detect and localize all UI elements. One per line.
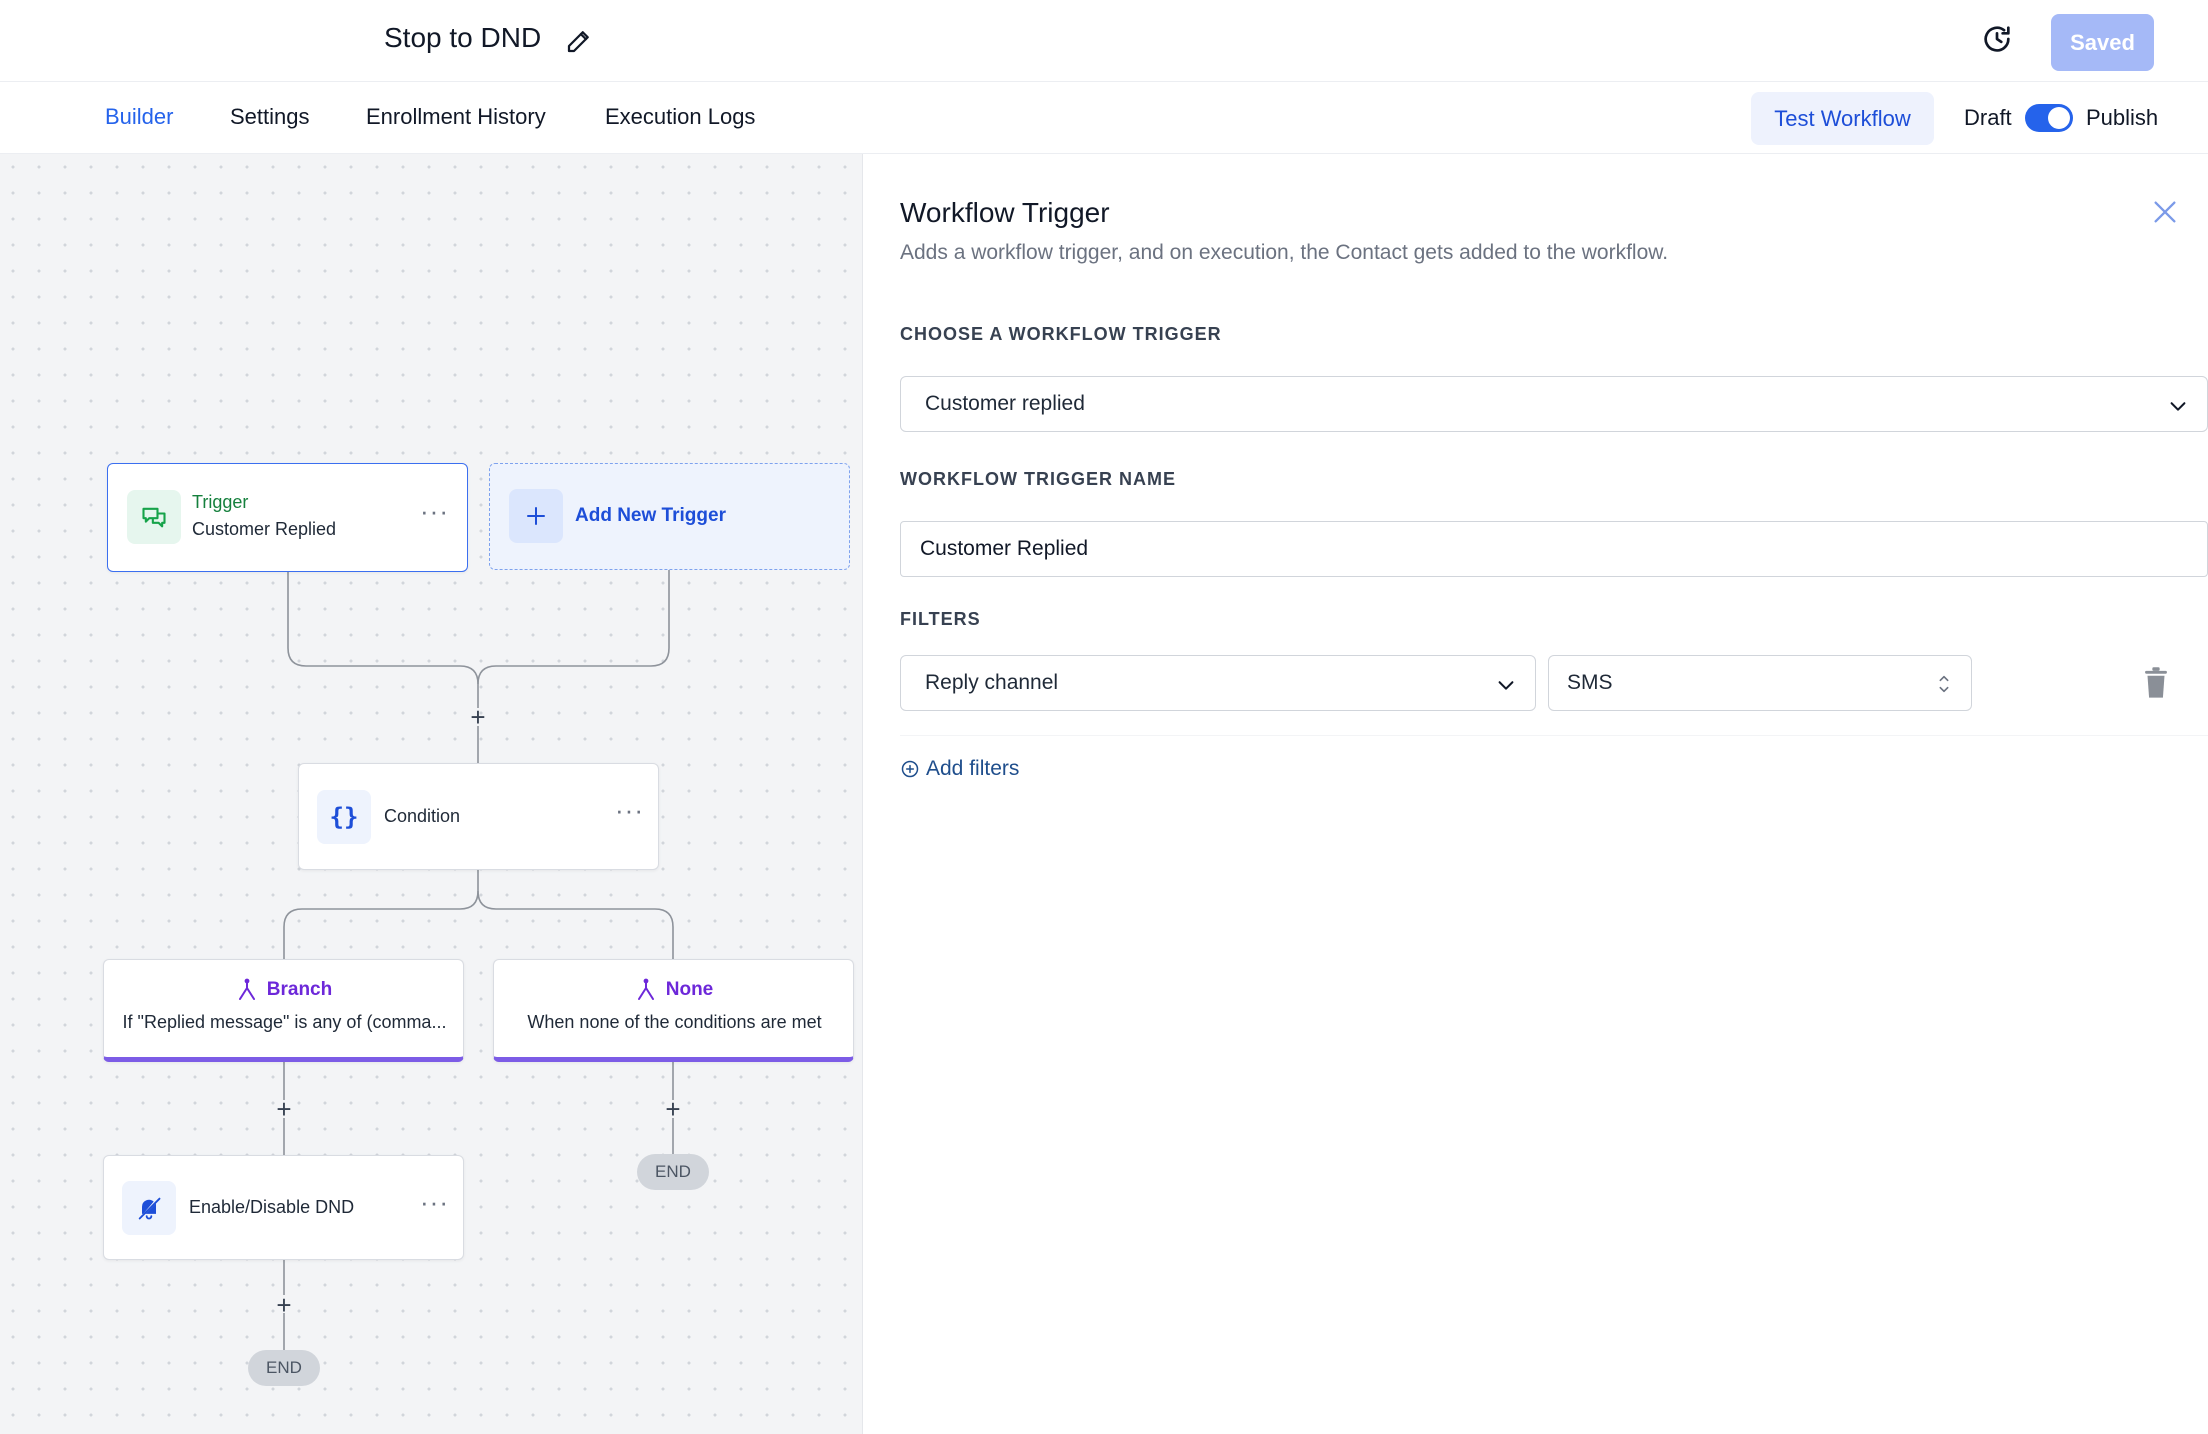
more-options-icon[interactable]: ··· — [420, 1189, 449, 1215]
tab-execution-logs[interactable]: Execution Logs — [605, 104, 755, 154]
none-description: When none of the conditions are met — [527, 1012, 822, 1032]
up-down-chevron-icon — [1939, 675, 1949, 693]
filter-value-select[interactable]: SMS — [1548, 655, 1972, 711]
condition-node[interactable]: {} Condition ··· — [298, 763, 659, 870]
condition-label: Condition — [384, 806, 461, 826]
end-pill: END — [637, 1154, 709, 1190]
trigger-name-label: WORKFLOW TRIGGER NAME — [900, 469, 1176, 489]
trigger-kind-label: Trigger — [192, 492, 249, 512]
chat-bubbles-icon — [127, 490, 181, 544]
enable-disable-dnd-node[interactable]: Enable/Disable DND ··· — [103, 1155, 464, 1260]
dnd-action-label: Enable/Disable DND — [189, 1197, 355, 1217]
choose-trigger-label: CHOOSE A WORKFLOW TRIGGER — [900, 324, 1222, 344]
more-options-icon[interactable]: ··· — [420, 498, 449, 524]
bell-off-icon — [122, 1181, 176, 1235]
curly-braces-icon: {} — [317, 790, 371, 844]
add-step-plus[interactable]: + — [272, 1292, 296, 1318]
more-options-icon[interactable]: ··· — [615, 797, 644, 823]
publish-toggle[interactable] — [2025, 104, 2073, 132]
add-step-plus[interactable]: + — [466, 704, 490, 730]
split-branch-icon — [238, 978, 255, 1000]
history-clock-icon[interactable] — [1980, 22, 2014, 56]
trash-icon[interactable] — [2141, 666, 2171, 700]
trigger-node[interactable]: Trigger Customer Replied ··· — [107, 463, 468, 572]
add-step-plus[interactable]: + — [272, 1096, 296, 1122]
trigger-type-value: Customer replied — [925, 392, 1085, 415]
chevron-down-icon — [1498, 681, 1514, 690]
branch-title: Branch — [104, 978, 463, 1002]
tab-enrollment-history[interactable]: Enrollment History — [366, 104, 546, 154]
chevron-down-icon — [2170, 402, 2186, 411]
trigger-name-input[interactable] — [900, 521, 2208, 577]
close-icon[interactable] — [2151, 198, 2179, 226]
branch-node[interactable]: Branch If "Replied message" is any of (c… — [103, 959, 464, 1062]
test-workflow-button[interactable]: Test Workflow — [1751, 92, 1934, 145]
trigger-name-label: Customer Replied — [192, 519, 337, 539]
add-step-plus[interactable]: + — [661, 1096, 685, 1122]
panel-title: Workflow Trigger — [900, 197, 1110, 228]
filters-label: FILTERS — [900, 609, 981, 629]
plus-icon — [509, 489, 563, 543]
draft-label: Draft — [1964, 105, 2012, 130]
add-new-trigger-label: Add New Trigger — [575, 505, 726, 526]
add-filters-label: Add filters — [926, 757, 1020, 780]
trigger-type-select[interactable]: Customer replied — [900, 376, 2208, 432]
filter-value-value: SMS — [1567, 671, 1613, 694]
plus-circle-icon — [901, 760, 919, 778]
workflow-title: Stop to DND — [384, 22, 542, 53]
workflow-trigger-panel: Workflow Trigger Adds a workflow trigger… — [864, 154, 2208, 1434]
branch-title: None — [494, 978, 853, 1002]
end-pill: END — [248, 1350, 320, 1386]
branch-description: If "Replied message" is any of (comma... — [122, 1012, 447, 1032]
filter-field-value: Reply channel — [925, 671, 1059, 694]
branch-title-label: Branch — [266, 979, 333, 1000]
split-branch-icon — [637, 978, 654, 1000]
none-branch-node[interactable]: None When none of the conditions are met — [493, 959, 854, 1062]
tab-settings[interactable]: Settings — [230, 104, 310, 154]
saved-button[interactable]: Saved — [2051, 14, 2154, 71]
none-title-label: None — [665, 979, 714, 1000]
tab-builder[interactable]: Builder — [105, 104, 174, 157]
workflow-tabs-bar: Builder Settings Enrollment History Exec… — [0, 82, 2208, 157]
top-header: Stop to DND Saved — [0, 0, 2208, 82]
pencil-icon[interactable] — [564, 26, 594, 56]
filter-field-select[interactable]: Reply channel — [900, 655, 1536, 711]
toggle-knob — [2048, 107, 2070, 129]
publish-label: Publish — [2086, 105, 2159, 130]
add-filters-button[interactable]: Add filters — [900, 757, 1019, 781]
panel-subtitle: Adds a workflow trigger, and on executio… — [900, 241, 1669, 264]
workflow-canvas[interactable]: + + + + Trigger Customer Replied ··· Add… — [0, 154, 863, 1434]
add-new-trigger-button[interactable]: Add New Trigger — [489, 463, 850, 570]
